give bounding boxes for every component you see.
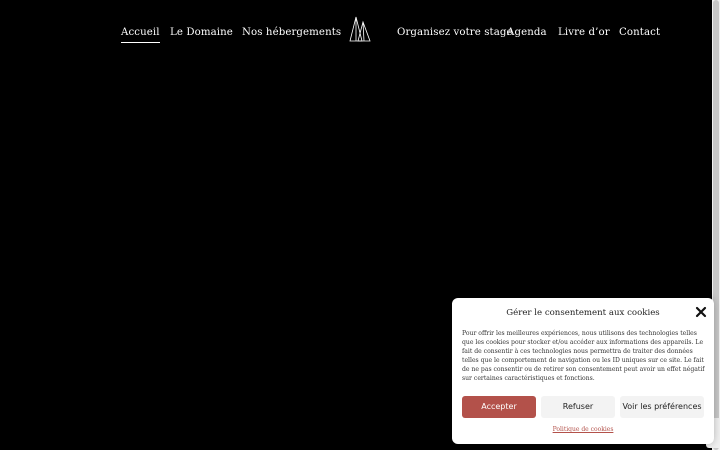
nav-item-nos-hebergements[interactable]: Nos hébergements — [242, 27, 341, 38]
view-preferences-button[interactable]: Voir les préférences — [620, 396, 704, 418]
cookie-title: Gérer le consentement aux cookies — [506, 308, 660, 318]
nav-item-agenda[interactable]: Agenda — [507, 27, 547, 38]
triangles-logo-icon[interactable] — [349, 16, 371, 44]
nav-item-contact[interactable]: Contact — [619, 27, 660, 38]
nav-item-livre-dor[interactable]: Livre d’or — [558, 27, 610, 38]
close-icon[interactable] — [695, 306, 707, 318]
nav-item-le-domaine[interactable]: Le Domaine — [170, 27, 233, 38]
cookie-consent-dialog: Gérer le consentement aux cookies Pour o… — [452, 298, 714, 444]
refuse-button[interactable]: Refuser — [541, 396, 615, 418]
nav-item-accueil[interactable]: Accueil — [121, 27, 160, 43]
cookie-description: Pour offrir les meilleures expériences, … — [462, 330, 705, 383]
nav-item-organisez-votre-stage[interactable]: Organisez votre stage — [397, 27, 513, 38]
cookie-policy-link[interactable]: Politique de cookies — [452, 426, 714, 433]
accept-button[interactable]: Accepter — [462, 396, 536, 418]
